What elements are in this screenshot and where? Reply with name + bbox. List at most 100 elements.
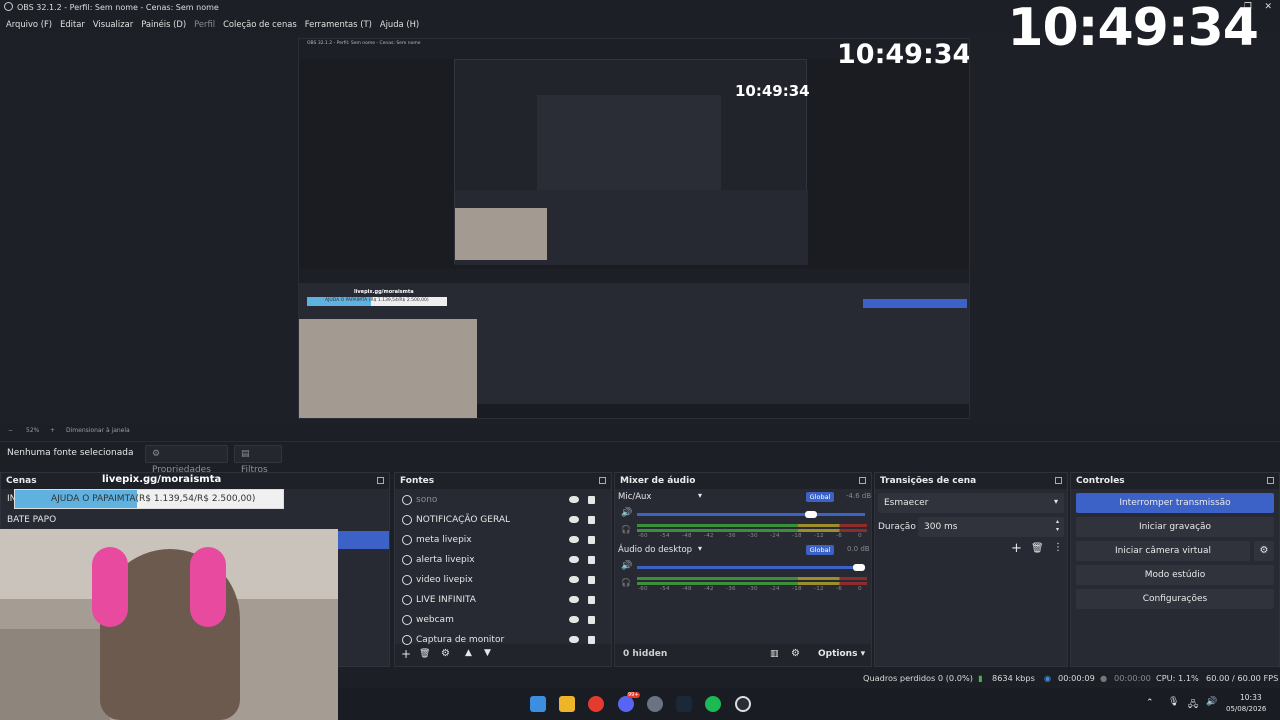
visibility-eye-icon[interactable] [569,596,579,603]
duration-input[interactable]: 300 ms ▴ ▾ [918,517,1064,537]
visibility-eye-icon[interactable] [569,636,579,643]
undock-icon[interactable] [599,477,606,484]
mic-speaker-icon[interactable]: 🔊 [621,508,632,518]
undock-icon[interactable] [377,477,384,484]
network-icon[interactable]: 🖧 [1188,697,1198,713]
mic-aux-volume-knob[interactable] [805,511,818,518]
resize-to-window[interactable]: Dimensionar à janela [66,427,130,434]
start-recording-button[interactable]: Iniciar gravação [1076,517,1274,537]
tray-chevron-icon[interactable]: ⌃ [1146,698,1154,708]
source-item[interactable]: meta livepix [402,530,608,550]
visibility-eye-icon[interactable] [569,516,579,523]
transition-select[interactable]: Esmaecer ▾ [878,493,1064,513]
lock-icon[interactable] [588,496,595,504]
source-item[interactable]: NOTIFICAÇÃO GERAL [402,510,608,530]
source-type-icon [402,595,412,605]
desktop-audio-global-button[interactable]: Global [806,545,834,555]
no-source-label: Nenhuma fonte selecionada [7,448,134,458]
desktop-monitor-icon[interactable]: 🎧 [621,578,631,587]
meter-scale-tick: -6 [836,533,842,539]
bitrate: 8634 kbps [992,673,1035,683]
options-button[interactable]: Options ▾ [818,649,865,659]
transitions-title: Transições de cena [880,476,977,486]
mixer-settings-icon[interactable]: ⚙ [791,648,800,659]
lock-icon[interactable] [588,536,595,544]
undock-icon[interactable] [1055,477,1062,484]
mixer-dock-header: Mixer de áudio [615,473,871,489]
desktop-speaker-icon[interactable]: 🔊 [621,561,632,571]
visibility-eye-icon[interactable] [569,536,579,543]
lock-icon[interactable] [588,576,595,584]
menu-editar[interactable]: Editar [56,16,89,32]
signal-icon: ▮ [978,673,983,683]
menu-ajuda[interactable]: Ajuda (H) [376,16,423,32]
lock-icon[interactable] [588,516,595,524]
lock-icon[interactable] [588,556,595,564]
lock-icon[interactable] [588,616,595,624]
properties-button[interactable]: ⚙ Propriedades [145,445,228,475]
lock-icon[interactable] [588,596,595,604]
studio-mode-button[interactable]: Modo estúdio [1076,565,1274,585]
visibility-eye-icon[interactable] [569,576,579,583]
mic-aux-global-button[interactable]: Global [806,492,834,502]
scene-item-bate-papo[interactable]: BATE PAPO [7,515,56,525]
source-item[interactable]: video livepix [402,570,608,590]
spinner-icon[interactable]: ▴ ▾ [1056,518,1059,534]
mic-aux-meter-left [637,524,867,527]
spotify-icon[interactable] [705,696,721,712]
transition-menu-icon[interactable]: ⋮ [1053,542,1063,553]
menu-ferramentas[interactable]: Ferramentas (T) [301,16,376,32]
program-preview[interactable]: OBS 32.1.2 - Perfil: Sem nome - Cenas: S… [298,38,970,419]
steam-icon[interactable] [676,696,692,712]
undock-icon[interactable] [859,477,866,484]
zoom-plus-button[interactable]: + [50,427,55,434]
visibility-eye-icon[interactable] [569,616,579,623]
add-transition-icon[interactable]: + [1011,541,1022,556]
visibility-eye-icon[interactable] [569,556,579,563]
source-type-icon [402,555,412,565]
desktop-audio-dropdown-icon[interactable]: ▾ [698,544,702,553]
desktop-audio-volume-slider[interactable] [637,566,865,569]
obs-taskbar-icon[interactable] [735,696,751,712]
visibility-eye-icon[interactable] [569,496,579,503]
menu-visualizar[interactable]: Visualizar [89,16,137,32]
undock-icon[interactable] [1267,477,1274,484]
source-item[interactable]: alerta livepix [402,550,608,570]
menu-paineis[interactable]: Painéis (D) [137,16,190,32]
zoom-bar: − 52% + Dimensionar à janela [0,424,1280,438]
file-explorer-icon[interactable] [559,696,575,712]
close-icon[interactable]: ✕ [1264,2,1272,12]
settings-button[interactable]: Configurações [1076,589,1274,609]
remove-source-icon[interactable]: 🗑 [419,649,430,659]
source-item[interactable]: LIVE INFINITA [402,590,608,610]
zoom-minus-button[interactable]: − [8,427,13,434]
filters-button[interactable]: ▤ Filtros [234,445,282,475]
stop-streaming-button[interactable]: Interromper transmissão [1076,493,1274,513]
lock-icon[interactable] [588,636,595,644]
meter-scale-tick: -18 [792,586,802,592]
virtual-camera-settings-icon[interactable]: ⚙ [1254,541,1274,561]
mic-monitor-icon[interactable]: 🎧 [621,525,631,534]
discord-icon[interactable] [618,696,634,712]
menu-arquivo[interactable]: Arquivo (F) [2,16,56,32]
layout-icon[interactable]: ▥ [770,649,779,659]
settings-app-icon[interactable] [647,696,663,712]
menu-perfil[interactable]: Perfil [190,16,219,32]
source-item[interactable]: Captura de monitor [402,630,608,650]
source-item[interactable]: webcam [402,610,608,630]
start-virtual-camera-button[interactable]: Iniciar câmera virtual [1076,541,1250,561]
chrome-icon[interactable] [588,696,604,712]
source-item[interactable]: sono [402,490,608,510]
source-item-label: LIVE INFINITA [416,595,476,605]
windows-start-icon[interactable] [530,696,546,712]
source-type-icon [402,615,412,625]
duration-label: Duração [878,522,916,532]
mic-aux-volume-slider[interactable] [637,513,865,516]
desktop-audio-volume-knob[interactable] [853,564,865,571]
microphone-icon[interactable]: 🎙 [1168,697,1179,707]
mic-aux-dropdown-icon[interactable]: ▾ [698,491,702,500]
menu-colecao-cenas[interactable]: Coleção de cenas [219,16,301,32]
remove-transition-icon[interactable]: 🗑 [1031,543,1044,554]
volume-icon[interactable]: 🔊 [1206,697,1217,707]
source-type-icon [402,535,412,545]
